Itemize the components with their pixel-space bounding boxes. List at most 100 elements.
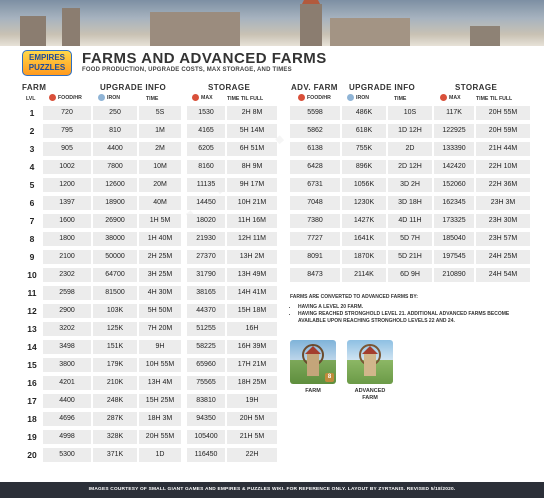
adv-full-cell: 23H 3M (476, 196, 530, 210)
farm-col-time: TIME (146, 96, 159, 102)
farm-level: 2 (29, 126, 35, 136)
adv-col-full: TIME TIL FULL (476, 96, 513, 102)
farm-time-cell: 9H (139, 340, 181, 354)
farm-iron-cell: 151K (93, 340, 137, 354)
farm-iron-cell: 210K (93, 376, 137, 390)
farm-full-cell: 20H 5M (227, 412, 277, 426)
castle-tower (62, 8, 80, 46)
farm-full-cell: 17H 21M (227, 358, 277, 372)
farm-max-cell: 58225 (187, 340, 225, 354)
farm-iron-cell: 371K (93, 448, 137, 462)
farm-image: 8 (290, 340, 336, 384)
farm-iron-cell: 250 (93, 106, 137, 120)
farm-level: 8 (29, 234, 35, 244)
farm-max-cell: 65960 (187, 358, 225, 372)
farm-food-cell: 1800 (43, 232, 91, 246)
adv-iron-cell: 1056K (342, 178, 386, 192)
notes-item: HAVING REACHED STRONGHOLD LEVEL 21. ADDI… (298, 311, 530, 325)
food-icon (298, 94, 305, 101)
farm-food-cell: 905 (43, 142, 91, 156)
farm-max-cell: 4165 (187, 124, 225, 138)
farm-time-cell: 1H 5M (139, 214, 181, 228)
adv-food-cell: 6731 (290, 178, 340, 192)
farm-max-cell: 83810 (187, 394, 225, 408)
farm-level: 5 (29, 180, 35, 190)
farm-level: 6 (29, 198, 35, 208)
farm-full-cell: 16H (227, 322, 277, 336)
farm-full-cell: 13H 2M (227, 250, 277, 264)
adv-time-cell: 1D 12H (388, 124, 432, 138)
castle-tower (470, 26, 500, 46)
farm-iron-cell: 38000 (93, 232, 137, 246)
farm-time-cell: 3H 25M (139, 268, 181, 282)
farm-iron-cell: 179K (93, 358, 137, 372)
farm-max-cell: 51255 (187, 322, 225, 336)
farm-iron-cell: 81500 (93, 286, 137, 300)
farm-col-lvl: LVL (26, 96, 36, 102)
farm-level: 11 (27, 288, 37, 298)
farm-food-cell: 5300 (43, 448, 91, 462)
farm-col-full: TIME TIL FULL (227, 96, 264, 102)
adv-full-cell: 23H 30M (476, 214, 530, 228)
advanced-farm-caption: ADVANCED FARM (354, 388, 386, 401)
farm-food-cell: 4400 (43, 394, 91, 408)
adv-time-cell: 3D 2H (388, 178, 432, 192)
adv-food-cell: 5862 (290, 124, 340, 138)
adv-time-cell: 6D 9H (388, 268, 432, 282)
farm-col-iron: IRON (98, 94, 120, 101)
farm-max-cell: 11135 (187, 178, 225, 192)
adv-food-cell: 6428 (290, 160, 340, 174)
adv-full-cell: 24H 25M (476, 250, 530, 264)
adv-table-title: ADV. FARM (291, 83, 338, 92)
farm-max-cell: 27370 (187, 250, 225, 264)
adv-food-cell: 5598 (290, 106, 340, 120)
farm-food-cell: 720 (43, 106, 91, 120)
farm-level: 19 (27, 432, 37, 442)
farm-time-cell: 20H 55M (139, 430, 181, 444)
adv-time-cell: 2D 12H (388, 160, 432, 174)
farm-food-cell: 2302 (43, 268, 91, 282)
farm-max-cell: 1530 (187, 106, 225, 120)
conversion-notes: FARMS ARE CONVERTED TO ADVANCED FARMS BY… (290, 294, 530, 325)
adv-col-max: MAX (440, 94, 461, 101)
farm-full-cell: 12H 11M (227, 232, 277, 246)
farm-time-cell: 18H 3M (139, 412, 181, 426)
farm-food-cell: 1002 (43, 160, 91, 174)
notes-item: HAVING A LEVEL 20 FARM. (298, 304, 530, 311)
farm-table-title: FARM (22, 83, 47, 92)
farm-level: 18 (27, 414, 37, 424)
farm-max-cell: 94350 (187, 412, 225, 426)
farm-food-cell: 4696 (43, 412, 91, 426)
farm-iron-cell: 50000 (93, 250, 137, 264)
farm-max-cell: 8160 (187, 160, 225, 174)
adv-max-cell: 162345 (434, 196, 474, 210)
iron-icon (98, 94, 105, 101)
farm-caption: FARM (305, 388, 321, 394)
farm-time-cell: 7H 20M (139, 322, 181, 336)
farm-full-cell: 14H 41M (227, 286, 277, 300)
adv-max-cell: 152060 (434, 178, 474, 192)
adv-col-time: TIME (394, 96, 407, 102)
farm-max-cell: 21930 (187, 232, 225, 246)
farm-iron-cell: 810 (93, 124, 137, 138)
farm-iron-cell: 12600 (93, 178, 137, 192)
farm-iron-cell: 125K (93, 322, 137, 336)
adv-time-cell: 5D 7H (388, 232, 432, 246)
farm-time-cell: 1D (139, 448, 181, 462)
farm-iron-cell: 7800 (93, 160, 137, 174)
adv-full-cell: 23H 57M (476, 232, 530, 246)
farm-food-cell: 3800 (43, 358, 91, 372)
farm-iron-cell: 103K (93, 304, 137, 318)
farm-time-cell: 40M (139, 196, 181, 210)
adv-full-cell: 22H 36M (476, 178, 530, 192)
farm-full-cell: 11H 16M (227, 214, 277, 228)
adv-max-cell: 210890 (434, 268, 474, 282)
farm-food-cell: 4998 (43, 430, 91, 444)
farm-full-cell: 13H 49M (227, 268, 277, 282)
page-subtitle: FOOD PRODUCTION, UPGRADE COSTS, MAX STOR… (82, 67, 292, 73)
windmill (362, 346, 378, 376)
windmill (305, 346, 321, 376)
adv-time-cell: 3D 18H (388, 196, 432, 210)
farm-food-cell: 2900 (43, 304, 91, 318)
adv-full-cell: 20H 59M (476, 124, 530, 138)
